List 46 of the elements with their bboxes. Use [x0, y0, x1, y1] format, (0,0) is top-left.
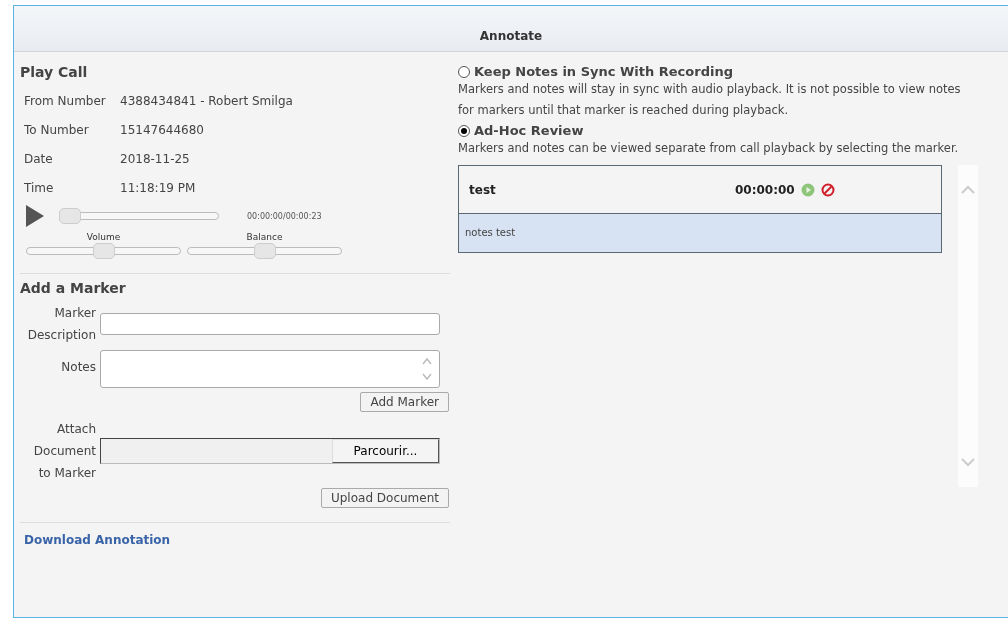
field-label: Time [24, 180, 55, 195]
delete-icon[interactable] [820, 182, 835, 197]
radio-button[interactable] [458, 124, 470, 137]
field-label: Marker Description [26, 305, 96, 344]
file-input[interactable]: Parcourir... [100, 438, 440, 464]
browse-button[interactable]: Parcourir... [332, 439, 439, 463]
play-icon[interactable] [25, 204, 45, 228]
field-label: Notes [60, 359, 96, 376]
field-value: 15147644680 [120, 122, 204, 137]
window-title: Annotate [479, 29, 543, 43]
balance-slider[interactable] [187, 243, 342, 259]
scrollbar[interactable] [958, 165, 978, 487]
download-link[interactable]: Download Annotation [24, 533, 171, 547]
section-heading: Play Call [20, 64, 89, 80]
field-value: 4388434841 - Robert Smilga [120, 93, 293, 108]
marker-card[interactable]: test 00:00:00 notes test [458, 165, 942, 253]
volume-slider[interactable] [26, 243, 181, 259]
option-description: Markers and notes will stay in sync with audio playback. It is not possible to view notes for markers until that marker is reached during playback. [458, 81, 962, 119]
field-label: Date [24, 151, 54, 166]
field-value: 11:18:19 PM [120, 180, 196, 195]
field-label: Attach Document to Marker [32, 421, 96, 482]
marker-title: test [469, 182, 497, 197]
upload-document-button[interactable]: Upload Document [320, 488, 449, 508]
field-value: 2018-11-25 [120, 151, 190, 166]
field-label: To Number [24, 122, 90, 137]
time-reading: 00:00:00/00:00:23 [247, 211, 322, 221]
scroll-up-icon[interactable] [961, 185, 975, 194]
marker-notes: notes test [459, 214, 941, 252]
option-label[interactable]: Ad-Hoc Review [474, 123, 584, 138]
slider-label: Balance [246, 232, 283, 242]
slider-label: Volume [86, 232, 121, 242]
section-heading: Add a Marker [20, 280, 127, 296]
option-description: Markers and notes can be viewed separate from call playback by selecting the marker. [458, 140, 960, 157]
marker-time: 00:00:00 [735, 182, 795, 197]
slider-thumb[interactable] [92, 243, 115, 259]
seek-slider[interactable] [59, 208, 219, 224]
field-label: From Number [24, 93, 107, 108]
slider-thumb[interactable] [59, 208, 81, 224]
scroll-down-icon[interactable] [961, 458, 975, 467]
add-marker-button[interactable]: Add Marker [360, 392, 449, 412]
notes-textarea[interactable] [100, 350, 440, 388]
slider-thumb[interactable] [253, 243, 276, 259]
text-input[interactable] [100, 313, 440, 335]
play-circle-icon[interactable] [800, 182, 815, 197]
option-label[interactable]: Keep Notes in Sync With Recording [474, 64, 733, 79]
radio-button[interactable] [458, 65, 470, 78]
